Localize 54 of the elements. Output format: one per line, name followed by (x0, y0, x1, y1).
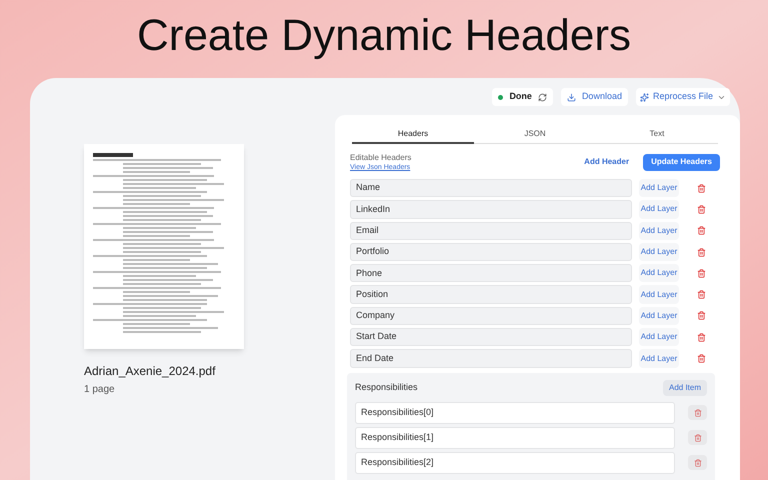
item-field[interactable]: Responsibilities[0] (355, 402, 676, 424)
header-field[interactable]: Portfolio (350, 242, 632, 262)
delete-icon[interactable] (697, 268, 706, 278)
header-field[interactable]: Name (350, 179, 632, 198)
delete-icon[interactable] (697, 226, 706, 236)
page-count: 1 page (84, 383, 116, 397)
delete-icon[interactable] (697, 311, 706, 320)
delete-icon (694, 408, 702, 417)
add-layer-button[interactable]: Add Layer (639, 349, 679, 368)
delete-icon (694, 458, 702, 467)
sparkle-icon (640, 92, 649, 102)
delete-button[interactable] (688, 405, 707, 420)
item-field[interactable]: Responsibilities[2] (355, 452, 676, 474)
add-layer-button[interactable]: Add Layer (639, 222, 679, 240)
refresh-icon[interactable] (538, 92, 547, 102)
section-heading: Editable Headers (350, 152, 412, 162)
header-field[interactable]: Email (350, 222, 632, 240)
header-field[interactable]: Company (350, 306, 632, 326)
add-item-button[interactable]: Add Item (662, 380, 707, 396)
tab[interactable]: Text (596, 125, 718, 144)
add-layer-button[interactable]: Add Layer (639, 200, 679, 219)
add-layer-button[interactable]: Add Layer (639, 179, 679, 198)
add-layer-button[interactable]: Add Layer (639, 264, 679, 282)
add-layer-button[interactable]: Add Layer (639, 242, 679, 262)
add-layer-button[interactable]: Add Layer (639, 328, 679, 346)
status-label: Done (509, 90, 532, 104)
page-title: Create Dynamic Headers (136, 14, 632, 62)
add-layer-button[interactable]: Add Layer (639, 285, 679, 304)
delete-icon[interactable] (697, 204, 706, 214)
delete-icon (694, 434, 702, 442)
header-field[interactable]: LinkedIn (350, 200, 632, 219)
group-label: Responsibilities (355, 380, 419, 394)
file-name: Adrian_Axenie_2024.pdf (84, 363, 216, 380)
document-thumbnail-drawing[interactable] (84, 144, 244, 349)
tab[interactable]: JSON (474, 125, 596, 144)
delete-icon[interactable] (697, 354, 706, 364)
header-field[interactable]: Phone (350, 264, 632, 282)
download-button[interactable]: Download (560, 88, 628, 106)
delete-icon[interactable] (697, 290, 706, 300)
delete-button[interactable] (688, 455, 707, 470)
item-field[interactable]: Responsibilities[1] (355, 426, 676, 449)
tab[interactable]: Headers (352, 125, 474, 144)
header-field[interactable]: End Date (350, 349, 632, 368)
delete-icon[interactable] (697, 248, 706, 257)
delete-icon[interactable] (697, 332, 706, 342)
update-headers-button[interactable]: Update Headers (643, 154, 720, 170)
download-icon (566, 92, 576, 102)
delete-button[interactable] (688, 430, 707, 446)
reprocess-button[interactable]: Reprocess File (636, 88, 730, 106)
add-header-button[interactable]: Add Header (578, 154, 636, 170)
add-layer-button[interactable]: Add Layer (639, 306, 679, 326)
header-field[interactable]: Position (350, 285, 632, 304)
header-field[interactable]: Start Date (350, 328, 632, 346)
delete-icon[interactable] (697, 184, 706, 193)
